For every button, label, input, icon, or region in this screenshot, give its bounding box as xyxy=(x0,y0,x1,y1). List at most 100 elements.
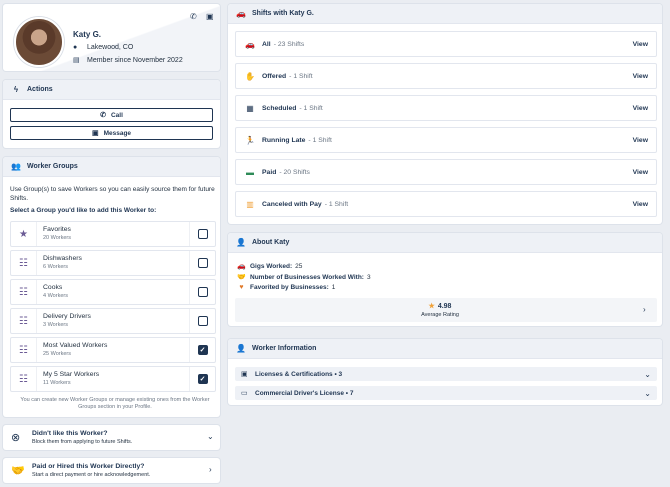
handshake-icon: 🤝 xyxy=(11,465,25,477)
favorited-line: ♥ Favorited by Businesses: 1 xyxy=(236,284,335,291)
shift-row-offered[interactable]: ✋ Offered - 1 Shift View xyxy=(235,63,657,89)
shifts-card: 🚗 Shifts with Katy G. 🚗 All - 23 Shifts … xyxy=(228,4,662,224)
shift-label: Running Late xyxy=(262,136,306,144)
businesses-label: Number of Businesses Worked With: xyxy=(250,273,364,281)
phone-icon[interactable]: ✆ xyxy=(190,12,197,21)
shift-count: - 1 Shift xyxy=(308,136,332,144)
shift-count: - 1 Shift xyxy=(324,200,349,208)
person-icon: 👤 xyxy=(236,344,246,353)
block-icon: ⊗ xyxy=(11,432,21,444)
group-checkbox[interactable] xyxy=(189,222,215,246)
group-count: 4 Workers xyxy=(43,293,68,299)
view-link[interactable]: View xyxy=(633,137,648,144)
person-icon: 👤 xyxy=(236,238,246,247)
receipt-icon: ▥ xyxy=(246,199,254,209)
chevron-right-icon[interactable]: › xyxy=(643,305,646,314)
message-button[interactable]: ▣ Message xyxy=(10,126,213,140)
avatar xyxy=(14,17,64,67)
member-since-line: ▤ Member since November 2022 xyxy=(73,56,183,65)
chevron-down-icon[interactable]: ⌄ xyxy=(207,432,214,441)
shift-row-scheduled[interactable]: ▦ Scheduled - 1 Shift View xyxy=(235,95,657,121)
calendar-check-icon: ▦ xyxy=(246,103,254,113)
certificate-icon: ▣ xyxy=(241,371,248,378)
shift-row-paid[interactable]: ▬ Paid - 20 Shifts View xyxy=(235,159,657,185)
cdl-label: Commercial Driver's License • 7 xyxy=(255,389,354,397)
view-link[interactable]: View xyxy=(633,73,648,80)
gigs-worked-line: 🚗 Gigs Worked: 25 xyxy=(236,262,303,271)
group-checkbox[interactable]: ✓ xyxy=(189,338,215,362)
worker-info-header: 👤 Worker Information xyxy=(228,339,662,359)
group-checkbox[interactable] xyxy=(189,251,215,275)
running-icon: 🏃 xyxy=(245,135,255,145)
view-link[interactable]: View xyxy=(633,169,648,176)
view-link[interactable]: View xyxy=(633,41,648,48)
dislike-card[interactable]: ⊗ Didn't like this Worker? Block them fr… xyxy=(3,425,220,450)
worker-groups-title: Worker Groups xyxy=(27,163,78,170)
paid-direct-card[interactable]: 🤝 Paid or Hired this Worker Directly? St… xyxy=(3,458,220,483)
message-icon: ▣ xyxy=(91,130,99,137)
message-icon[interactable]: ▣ xyxy=(206,12,214,21)
favorited-label: Favorited by Businesses: xyxy=(250,284,329,291)
car-icon: 🚗 xyxy=(236,9,246,18)
people-icon: 👥 xyxy=(11,162,21,171)
handshake-icon: 🤝 xyxy=(237,274,246,281)
phone-icon: ✆ xyxy=(100,112,106,119)
star-icon: ★ xyxy=(428,303,435,310)
location-pin-icon: ● xyxy=(73,44,78,51)
group-row-cooks[interactable]: ☷ Cooks 4 Workers xyxy=(10,279,216,305)
paid-direct-title: Paid or Hired this Worker Directly? xyxy=(32,463,145,470)
shift-row-canceled-with-pay[interactable]: ▥ Canceled with Pay - 1 Shift View xyxy=(235,191,657,217)
group-name: Delivery Drivers xyxy=(43,313,91,320)
checkmark-icon: ✓ xyxy=(197,374,208,384)
average-rating[interactable]: ★ 4.98 Average Rating › xyxy=(235,298,657,322)
car-icon: 🚗 xyxy=(237,263,246,270)
chevron-down-icon[interactable]: ⌄ xyxy=(644,370,651,379)
worker-groups-select-prompt: Select a Group you'd like to add this Wo… xyxy=(10,207,157,214)
cdl-row[interactable]: ▭ Commercial Driver's License • 7 ⌄ xyxy=(235,386,657,400)
view-link[interactable]: View xyxy=(633,105,648,112)
group-checkbox[interactable] xyxy=(189,280,215,304)
chevron-down-icon[interactable]: ⌄ xyxy=(644,389,651,398)
actions-header: ϟ Actions xyxy=(3,80,220,100)
businesses-value: 3 xyxy=(366,273,371,281)
shift-row-all[interactable]: 🚗 All - 23 Shifts View xyxy=(235,31,657,57)
gigs-label: Gigs Worked: xyxy=(250,262,293,270)
group-checkbox[interactable]: ✓ xyxy=(189,367,215,391)
group-row-delivery-drivers[interactable]: ☷ Delivery Drivers 3 Workers xyxy=(10,308,216,334)
chevron-right-icon[interactable]: › xyxy=(209,465,212,474)
dislike-title: Didn't like this Worker? xyxy=(32,430,108,437)
lightning-icon: ϟ xyxy=(13,85,19,94)
worker-name: Katy G. xyxy=(73,30,102,39)
group-icon: ☷ xyxy=(11,309,37,333)
group-count: 25 Workers xyxy=(43,351,72,357)
star-icon: ★ xyxy=(11,222,37,246)
car-icon: 🚗 xyxy=(245,39,255,49)
group-row-favorites[interactable]: ★ Favorites 20 Workers xyxy=(10,221,216,247)
worker-groups-footer: You can create new Worker Groups or mana… xyxy=(20,397,210,410)
actions-card: ϟ Actions ✆ Call ▣ Message xyxy=(3,80,220,148)
group-name: Favorites xyxy=(43,226,71,233)
group-row-my-5-star-workers[interactable]: ☷ My 5 Star Workers 11 Workers ✓ xyxy=(10,366,216,392)
shift-count: - 1 Shift xyxy=(289,72,313,80)
group-icon: ☷ xyxy=(11,338,37,362)
dislike-subtitle: Block them from applying to future Shift… xyxy=(32,439,133,445)
group-checkbox[interactable] xyxy=(189,309,215,333)
call-button[interactable]: ✆ Call xyxy=(10,108,213,122)
shift-label: Scheduled xyxy=(262,104,297,112)
paid-direct-subtitle: Start a direct payment or hire acknowled… xyxy=(32,472,151,478)
gigs-value: 25 xyxy=(295,262,303,270)
shift-label: Canceled with Pay xyxy=(262,200,322,208)
businesses-line: 🤝 Number of Businesses Worked With: 3 xyxy=(236,273,371,282)
shift-row-running-late[interactable]: 🏃 Running Late - 1 Shift View xyxy=(235,127,657,153)
about-card: 👤 About Katy 🚗 Gigs Worked: 25 🤝 Number … xyxy=(228,233,662,326)
group-name: Dishwashers xyxy=(43,255,82,262)
group-row-dishwashers[interactable]: ☷ Dishwashers 6 Workers xyxy=(10,250,216,276)
shift-count: - 23 Shifts xyxy=(273,40,305,48)
group-icon: ☷ xyxy=(11,367,37,391)
group-row-most-valued-workers[interactable]: ☷ Most Valued Workers 25 Workers ✓ xyxy=(10,337,216,363)
rating-value: 4.98 xyxy=(437,303,452,310)
id-card-icon: ▭ xyxy=(241,390,248,397)
group-name: Cooks xyxy=(43,284,63,291)
licenses-row[interactable]: ▣ Licenses & Certifications • 3 ⌄ xyxy=(235,367,657,381)
view-link[interactable]: View xyxy=(633,201,648,208)
